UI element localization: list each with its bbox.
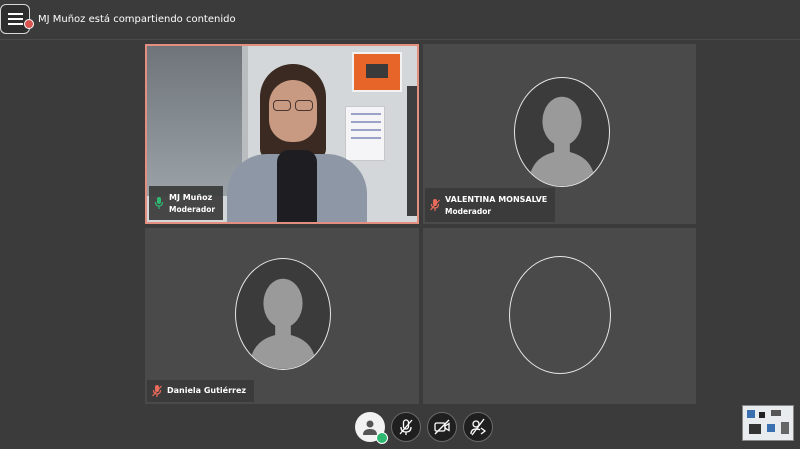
mic-off-icon (430, 199, 440, 211)
participant-tile-mj[interactable]: MJ Muñoz Moderador (145, 44, 419, 224)
participant-name-tag: Daniela Gutiérrez (147, 380, 255, 402)
user-status-button[interactable] (355, 412, 388, 444)
mic-off-icon (152, 385, 162, 397)
participant-person (227, 64, 367, 222)
participant-role: Moderador (169, 204, 216, 214)
participant-name: MJ Muñoz (169, 192, 213, 202)
participant-name-tag: MJ Muñoz Moderador (149, 186, 224, 220)
participant-tile-valentina[interactable]: VALENTINA MONSALVE Moderador (423, 44, 696, 224)
avatar (514, 77, 610, 187)
video-dark-panel (407, 86, 417, 216)
share-off-icon (470, 418, 487, 436)
participant-tile-daniela[interactable]: Daniela Gutiérrez (145, 228, 419, 404)
person-glasses (271, 100, 315, 112)
share-screen-button[interactable] (463, 412, 493, 442)
participant-name: VALENTINA MONSALVE (445, 194, 548, 204)
thumbnail-block (759, 412, 765, 418)
check-icon (376, 432, 388, 444)
participant-tile-empty[interactable] (423, 228, 696, 404)
thumbnail-block (767, 424, 775, 432)
call-controls (355, 412, 493, 444)
person-silhouette-icon (528, 96, 596, 186)
person-silhouette-icon (249, 278, 317, 369)
presentation-thumbnail[interactable] (742, 405, 794, 441)
mic-off-icon (399, 419, 413, 435)
mute-button[interactable] (391, 412, 421, 442)
thumbnail-block (771, 410, 781, 416)
video-grid: MJ Muñoz Moderador VALENTINA MONSALVE Mo… (0, 0, 800, 449)
camera-off-icon (434, 419, 450, 435)
mic-on-icon (154, 197, 164, 209)
glasses-lens (273, 100, 291, 111)
avatar-placeholder (509, 256, 611, 374)
participant-role: Moderador (445, 206, 492, 216)
camera-button[interactable] (427, 412, 457, 442)
participant-name-tag: VALENTINA MONSALVE Moderador (425, 188, 556, 222)
person-sweater (277, 150, 317, 222)
video-poster-inner (366, 64, 388, 78)
avatar (235, 258, 331, 370)
participant-name: Daniela Gutiérrez (167, 386, 247, 395)
thumbnail-block (749, 424, 761, 434)
thumbnail-block (747, 410, 755, 418)
thumbnail-block (781, 422, 789, 434)
glasses-lens (295, 100, 313, 111)
